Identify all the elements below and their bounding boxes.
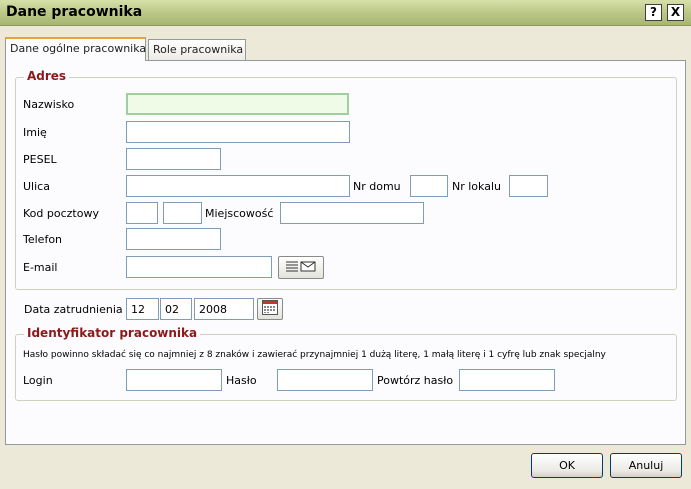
address-legend: Adres [24, 69, 70, 83]
email-label: E-mail [23, 261, 58, 274]
postal-code-part1-input[interactable] [126, 202, 158, 224]
city-label: Miejscowość [205, 207, 274, 220]
calendar-button[interactable] [257, 298, 283, 320]
email-input[interactable] [126, 256, 272, 278]
close-button[interactable]: X [667, 4, 684, 21]
surname-input[interactable] [126, 93, 349, 115]
city-input[interactable] [280, 202, 424, 224]
email-action-button[interactable] [278, 256, 324, 279]
password-repeat-label: Powtórz hasło [377, 374, 454, 387]
firstname-input[interactable] [126, 121, 350, 143]
employment-year-input[interactable] [194, 298, 254, 320]
tab-general[interactable]: Dane ogólne pracownika [5, 37, 146, 61]
employment-day-input[interactable] [126, 298, 159, 320]
employment-date-label: Data zatrudnienia [24, 303, 123, 316]
firstname-label: Imię [23, 126, 47, 139]
identifier-legend: Identyfikator pracownika [24, 326, 201, 340]
postal-code-label: Kod pocztowy [23, 207, 99, 220]
tab-panel: Adres Nazwisko Imię PESEL Ulica Nr domu … [5, 60, 686, 445]
apartment-no-input[interactable] [509, 175, 548, 197]
house-no-input[interactable] [410, 175, 448, 197]
pesel-input[interactable] [126, 148, 221, 170]
tab-roles[interactable]: Role pracownika [148, 39, 246, 60]
password-repeat-input[interactable] [459, 369, 555, 391]
phone-label: Telefon [23, 233, 63, 246]
apartment-no-label: Nr lokalu [452, 180, 501, 193]
window-title: Dane pracownika [6, 4, 143, 20]
house-no-label: Nr domu [353, 180, 401, 193]
surname-label: Nazwisko [23, 98, 75, 111]
window-title-bar[interactable]: Dane pracownika ? X [0, 0, 691, 26]
street-input[interactable] [126, 175, 350, 197]
cancel-button[interactable]: Anuluj [610, 453, 682, 478]
password-label: Hasło [226, 374, 257, 387]
calendar-icon [262, 300, 278, 318]
password-input[interactable] [277, 369, 373, 391]
login-label: Login [23, 374, 53, 387]
help-button[interactable]: ? [645, 4, 662, 21]
envelope-list-icon [284, 259, 318, 276]
street-label: Ulica [23, 180, 50, 193]
postal-code-part2-input[interactable] [163, 202, 202, 224]
pesel-label: PESEL [23, 153, 57, 166]
ok-button[interactable]: OK [531, 453, 603, 478]
employment-month-input[interactable] [160, 298, 192, 320]
login-input[interactable] [126, 369, 222, 391]
phone-input[interactable] [126, 228, 221, 250]
password-hint: Hasło powinno składać się co najmniej z … [23, 350, 606, 360]
